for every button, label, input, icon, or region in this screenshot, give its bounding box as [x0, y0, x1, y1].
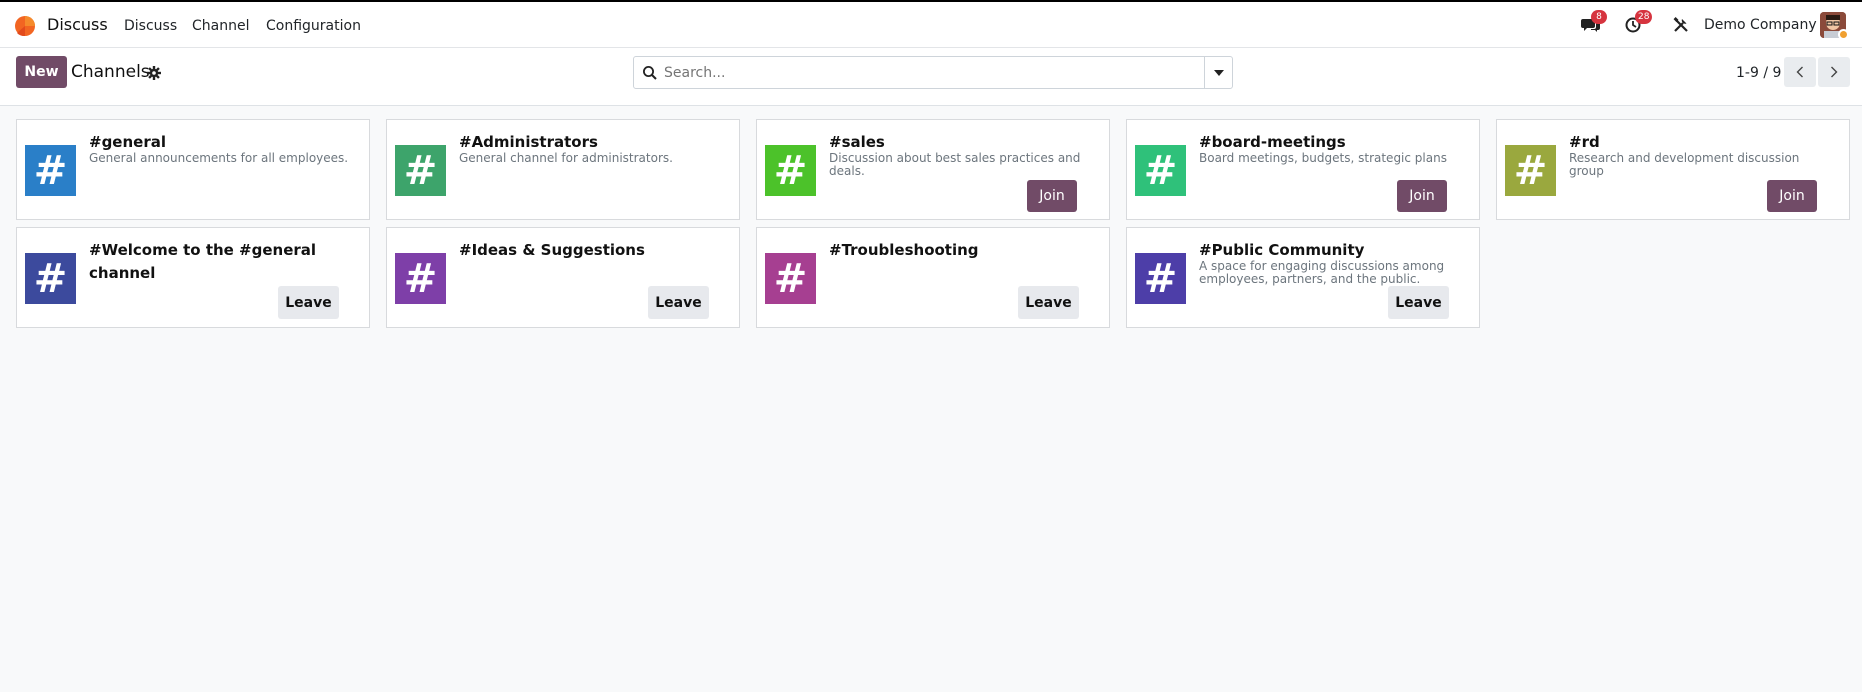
user-status-dot: [1838, 29, 1849, 40]
pager-next-button[interactable]: [1818, 57, 1850, 87]
channel-card[interactable]: # #board-meetings Board meetings, budget…: [1126, 119, 1480, 220]
channel-card[interactable]: # #general General announcements for all…: [16, 119, 370, 220]
channel-hash-icon: #: [25, 253, 76, 304]
channel-hash-icon: #: [1135, 253, 1186, 304]
control-panel: New Channels 1-9 / 9: [0, 48, 1862, 106]
leave-button[interactable]: Leave: [278, 286, 339, 319]
channel-hash-icon: #: [395, 253, 446, 304]
channel-card[interactable]: # #Welcome to the #general channel Leave: [16, 227, 370, 328]
leave-button[interactable]: Leave: [1388, 286, 1449, 319]
channel-hash-icon: #: [1505, 145, 1556, 196]
search-icon: [643, 66, 657, 80]
debug-tools-systray[interactable]: [1673, 2, 1689, 48]
app-name[interactable]: Discuss: [47, 15, 108, 34]
channel-name: #Ideas & Suggestions: [459, 241, 645, 259]
caret-down-icon: [1213, 69, 1224, 76]
messages-count-badge: 8: [1591, 10, 1607, 24]
channel-hash-icon: #: [765, 253, 816, 304]
tools-icon: [1673, 17, 1688, 32]
channel-card[interactable]: # #sales Discussion about best sales pra…: [756, 119, 1110, 220]
company-name: Demo Company: [1704, 17, 1817, 33]
leave-button[interactable]: Leave: [1018, 286, 1079, 319]
channel-description: A space for engaging discussions among e…: [1199, 259, 1445, 286]
channel-hash-icon: #: [765, 145, 816, 196]
chevron-left-icon: [1796, 66, 1803, 78]
search-bar: [633, 56, 1233, 89]
pager-previous-button[interactable]: [1784, 57, 1816, 87]
messages-systray[interactable]: 8: [1581, 2, 1607, 48]
activities-count-badge: 28: [1635, 10, 1653, 24]
channel-description: Board meetings, budgets, strategic plans: [1199, 151, 1447, 165]
search-options-toggle[interactable]: [1204, 57, 1232, 88]
channel-description: General announcements for all employees.: [89, 151, 349, 165]
chevron-right-icon: [1831, 66, 1838, 78]
channel-description: Discussion about best sales practices an…: [829, 151, 1081, 178]
join-button[interactable]: Join: [1027, 180, 1077, 212]
channel-description: General channel for administrators.: [459, 151, 673, 165]
channel-card[interactable]: # #rd Research and development discussio…: [1496, 119, 1850, 220]
join-button[interactable]: Join: [1397, 180, 1447, 212]
channel-name: #Troubleshooting: [829, 241, 979, 259]
channel-name: #Welcome to the #general channel: [89, 241, 317, 282]
activities-systray[interactable]: 28: [1625, 2, 1653, 48]
channel-card[interactable]: # #Administrators General channel for ad…: [386, 119, 740, 220]
pager-value[interactable]: 1-9 / 9: [1736, 65, 1781, 81]
leave-button[interactable]: Leave: [648, 286, 709, 319]
menu-item-configuration[interactable]: Configuration: [266, 18, 361, 34]
new-button[interactable]: New: [16, 56, 67, 88]
join-button[interactable]: Join: [1767, 180, 1817, 212]
discuss-logo-icon[interactable]: [14, 15, 36, 37]
gear-icon[interactable]: [146, 65, 162, 81]
channel-card[interactable]: # #Public Community A space for engaging…: [1126, 227, 1480, 328]
menu-item-discuss[interactable]: Discuss: [124, 18, 177, 34]
menu-item-channel[interactable]: Channel: [192, 18, 249, 34]
channel-description: Research and development discussion grou…: [1569, 151, 1800, 178]
company-switcher[interactable]: Demo Company: [1704, 2, 1817, 48]
channel-card[interactable]: # #Ideas & Suggestions Leave: [386, 227, 740, 328]
main-navbar: Discuss Discuss Channel Configuration 8 …: [0, 2, 1862, 48]
search-input[interactable]: [664, 57, 1199, 88]
page-title: Channels: [71, 62, 150, 82]
channel-hash-icon: #: [25, 145, 76, 196]
channel-card[interactable]: # #Troubleshooting Leave: [756, 227, 1110, 328]
channel-hash-icon: #: [395, 145, 446, 196]
channel-hash-icon: #: [1135, 145, 1186, 196]
